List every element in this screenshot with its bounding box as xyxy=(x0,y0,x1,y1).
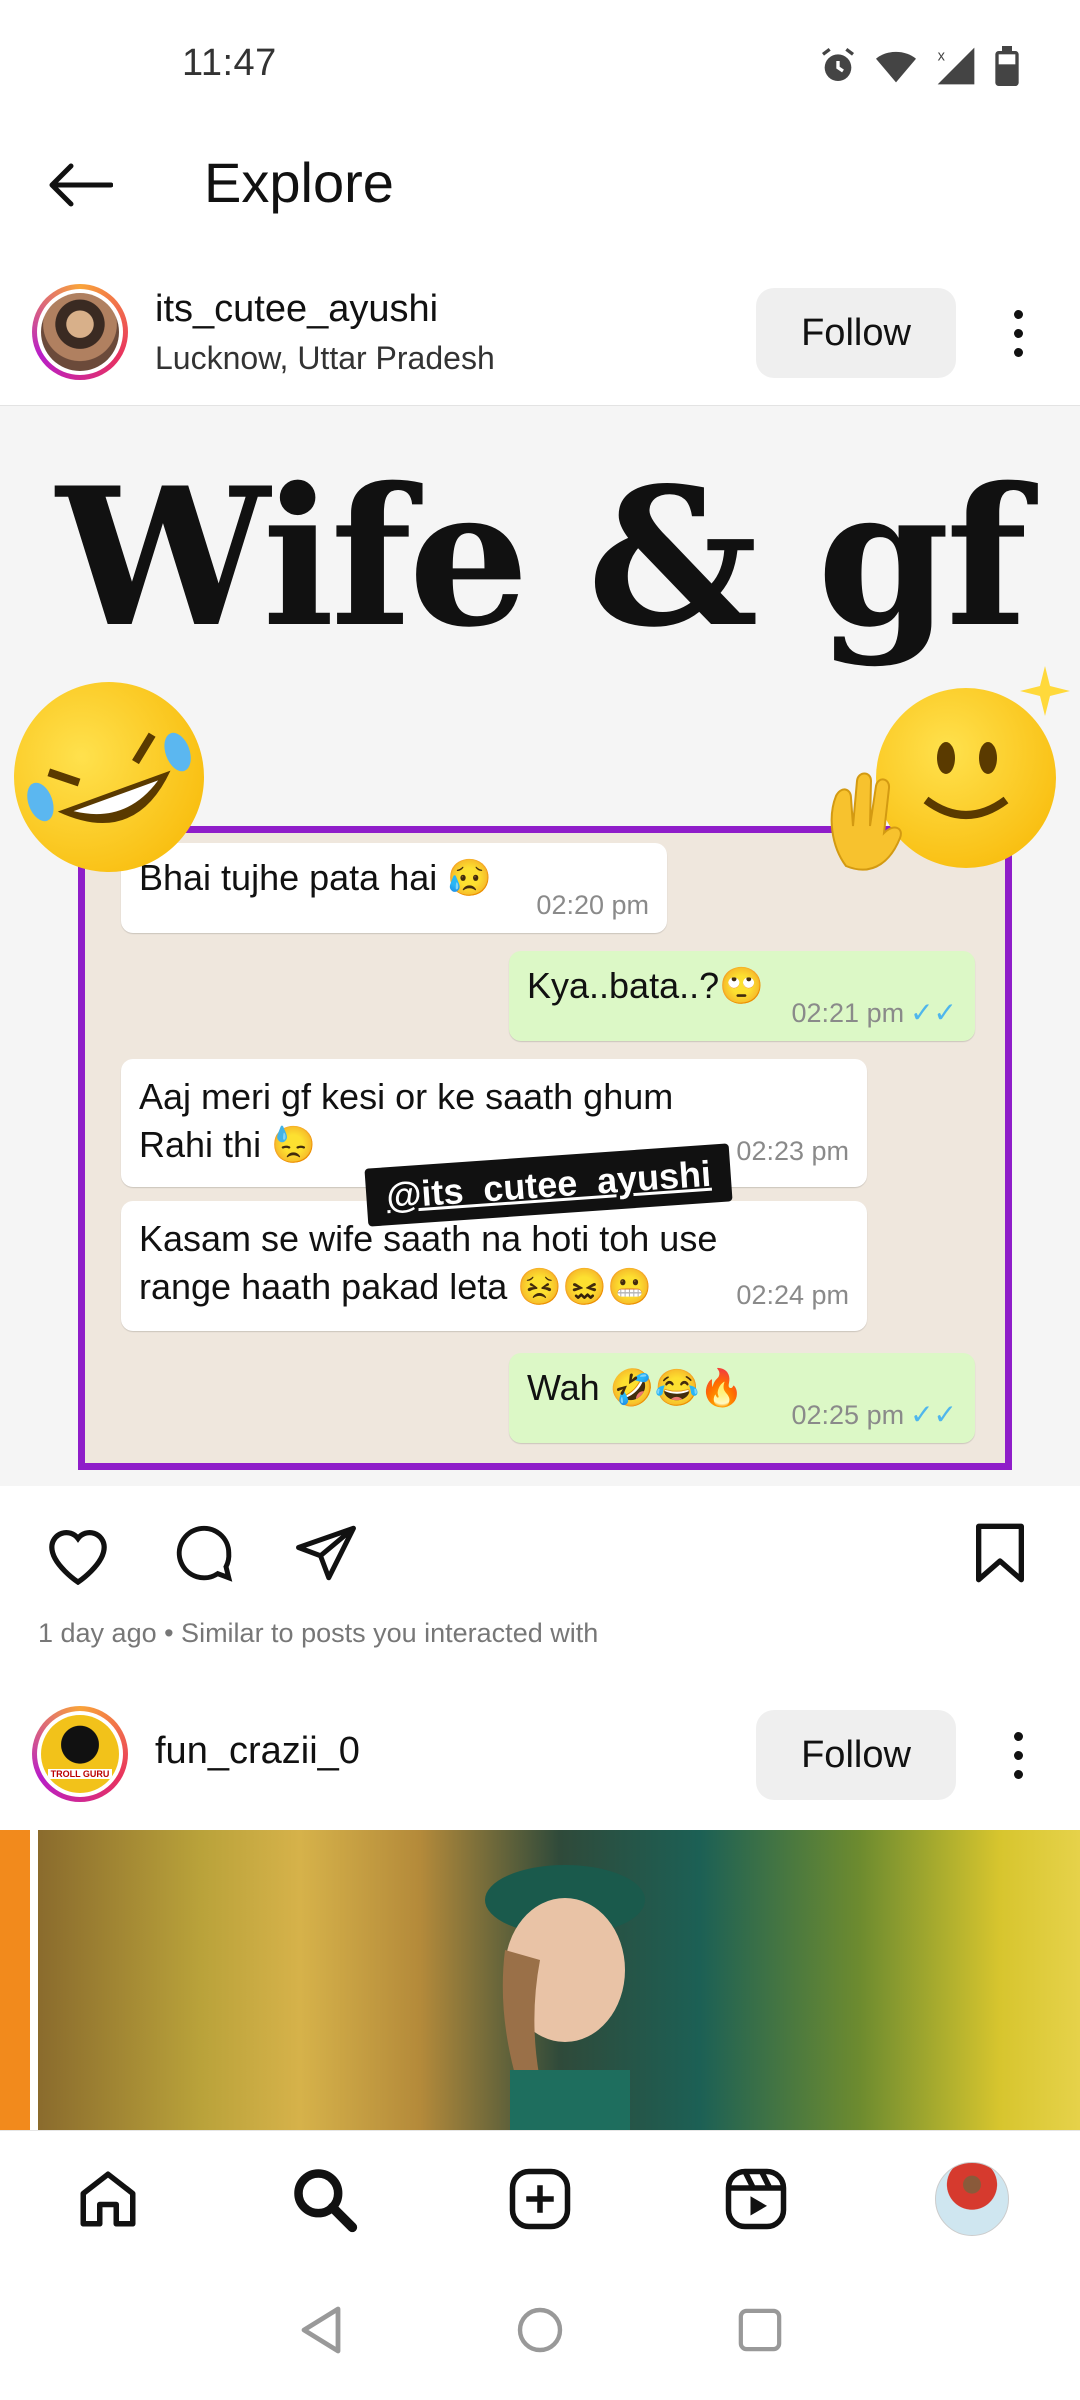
comment-button[interactable] xyxy=(166,1515,242,1591)
system-home-button[interactable] xyxy=(510,2300,570,2360)
person-photo xyxy=(485,1865,645,2130)
follow-button[interactable]: Follow xyxy=(756,1710,956,1800)
back-button[interactable] xyxy=(40,150,120,220)
post-header: TROLL GURU fun_crazii_0 Follow xyxy=(0,1692,1080,1822)
reels-icon xyxy=(725,2168,787,2230)
svg-text:x: x xyxy=(938,49,946,65)
nav-profile[interactable] xyxy=(932,2159,1012,2239)
plus-square-icon xyxy=(509,2168,571,2230)
post-meta: 1 day ago • Similar to posts you interac… xyxy=(38,1618,599,1648)
nav-reels[interactable] xyxy=(716,2159,796,2239)
system-back-button[interactable] xyxy=(290,2300,350,2360)
post-location[interactable]: Lucknow, Uttar Pradesh xyxy=(155,340,495,377)
chat-message: Bhai tujhe pata hai 😥 02:20 pm xyxy=(121,843,667,933)
alarm-icon xyxy=(822,48,854,81)
chat-message: Wah 🤣😂🔥 02:25 pm ✓✓ xyxy=(509,1353,975,1443)
heart-icon xyxy=(49,1530,107,1585)
save-button[interactable] xyxy=(962,1515,1038,1591)
post-image[interactable] xyxy=(0,1830,1080,2130)
page-title: Explore xyxy=(204,151,394,214)
like-button[interactable] xyxy=(40,1515,116,1591)
nav-create[interactable] xyxy=(500,2159,580,2239)
send-icon xyxy=(296,1525,356,1581)
more-options-button[interactable] xyxy=(990,1710,1046,1800)
system-nav xyxy=(0,2260,1080,2400)
square-recents-icon xyxy=(738,2308,782,2352)
more-options-button[interactable] xyxy=(990,288,1046,378)
sparkle-icon xyxy=(1020,666,1070,716)
bottom-nav xyxy=(0,2130,1080,2261)
post-header: its_cutee_ayushi Lucknow, Uttar Pradesh … xyxy=(0,270,1080,400)
avatar[interactable]: TROLL GURU xyxy=(32,1706,128,1802)
status-time: 11:47 xyxy=(182,42,277,84)
meme-title: Wife & gf xyxy=(56,446,1027,669)
post-username[interactable]: fun_crazii_0 xyxy=(155,1730,360,1773)
system-recents-button[interactable] xyxy=(730,2300,790,2360)
chat-message: Kya..bata..?🙄 02:21 pm ✓✓ xyxy=(509,951,975,1041)
wifi-icon xyxy=(876,51,916,83)
triangle-back-icon xyxy=(301,2306,341,2354)
post-username[interactable]: its_cutee_ayushi xyxy=(155,288,438,331)
search-icon xyxy=(294,2169,358,2233)
arrow-left-icon xyxy=(49,163,113,207)
comment-icon xyxy=(176,1525,233,1582)
follow-button[interactable]: Follow xyxy=(756,288,956,378)
waving-hand-emoji xyxy=(830,772,902,871)
share-button[interactable] xyxy=(288,1515,364,1591)
nav-search[interactable] xyxy=(284,2159,364,2239)
status-icons: x xyxy=(818,44,1020,88)
bookmark-icon xyxy=(976,1523,1024,1583)
chat-message: Kasam se wife saath na hoti toh use rang… xyxy=(121,1201,867,1331)
profile-avatar xyxy=(935,2162,1009,2236)
nav-home[interactable] xyxy=(68,2159,148,2239)
battery-icon xyxy=(995,46,1019,86)
chat-screenshot: Bhai tujhe pata hai 😥 02:20 pm Kya..bata… xyxy=(78,826,1012,1470)
circle-home-icon xyxy=(517,2307,563,2353)
avatar[interactable] xyxy=(32,284,128,380)
home-icon xyxy=(80,2171,136,2227)
signal-icon: x xyxy=(937,47,975,85)
post-image[interactable]: Wife & gf Bhai tujhe pata hai 😥 02:20 pm… xyxy=(0,406,1080,1486)
